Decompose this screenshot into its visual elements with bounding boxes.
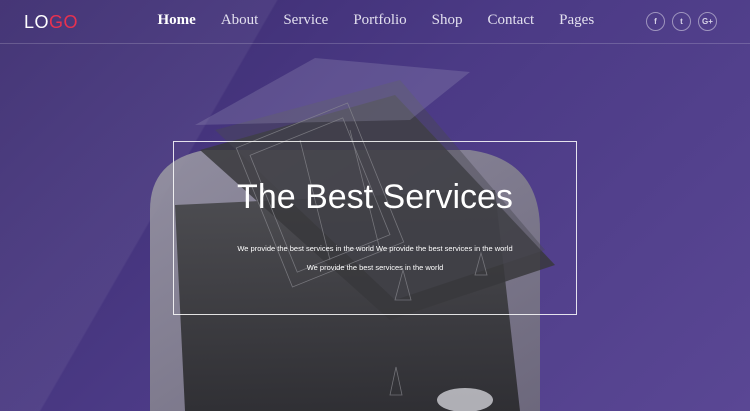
main-nav: Home About Service Portfolio Shop Contac… <box>145 12 607 29</box>
nav-home[interactable]: Home <box>158 12 196 29</box>
logo-text-part1: LO <box>24 12 50 32</box>
social-links: f t G+ <box>639 12 717 31</box>
nav-portfolio[interactable]: Portfolio <box>353 12 406 29</box>
nav-about[interactable]: About <box>221 12 259 29</box>
hero-subtitle-line2: We provide the best services in the worl… <box>306 263 444 272</box>
hero-subtitle-line1: We provide the best services in the worl… <box>237 244 513 253</box>
google-plus-icon[interactable]: G+ <box>698 12 717 31</box>
site-header: LOGO Home About Service Portfolio Shop C… <box>0 0 750 44</box>
nav-shop[interactable]: Shop <box>432 12 463 29</box>
facebook-icon[interactable]: f <box>646 12 665 31</box>
hero-box: The Best Services We provide the best se… <box>173 141 577 315</box>
logo[interactable]: LOGO <box>24 12 78 33</box>
logo-text-part2: GO <box>49 12 79 32</box>
nav-contact[interactable]: Contact <box>488 12 535 29</box>
hero-title: The Best Services <box>237 178 513 216</box>
nav-pages[interactable]: Pages <box>559 12 594 29</box>
nav-service[interactable]: Service <box>283 12 328 29</box>
twitter-icon[interactable]: t <box>672 12 691 31</box>
